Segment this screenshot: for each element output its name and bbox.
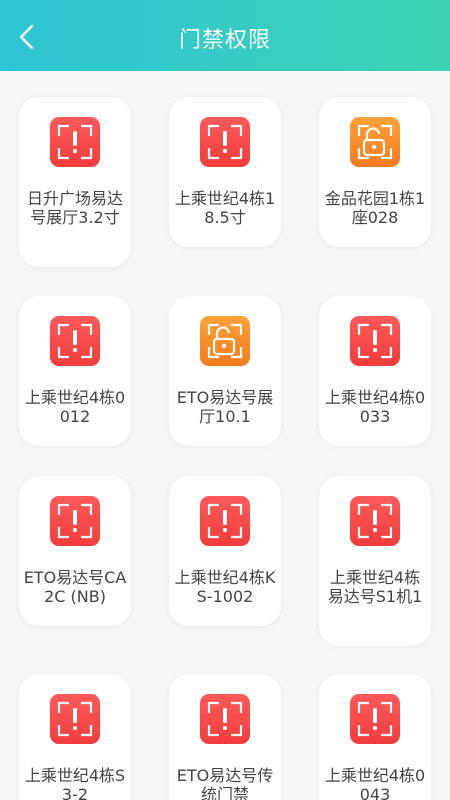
unlock-icon (350, 117, 400, 167)
door-label: ETO易达号展厅10.1 (176, 388, 274, 426)
alert-icon (50, 694, 100, 744)
door-label: 上乘世纪4栋0012 (24, 388, 126, 426)
door-label: 金品花园1栋1座028 (324, 189, 426, 227)
alert-icon (50, 316, 100, 366)
door-card[interactable]: ETO易达号传统门禁 (169, 674, 281, 800)
door-card[interactable]: ETO易达号CA2C (NB) (19, 476, 131, 626)
door-card[interactable]: 上乘世纪4栋18.5寸 (169, 97, 281, 247)
alert-icon (200, 694, 250, 744)
alert-icon (350, 316, 400, 366)
alert-icon (50, 117, 100, 167)
door-card[interactable]: 上乘世纪4栋0033 (319, 296, 431, 446)
door-label: 上乘世纪4栋易达号S1机1 (327, 568, 423, 606)
door-grid: 日升广场易达号展厅3.2寸 上乘世纪4栋18.5寸 金品花园1栋1座028 上乘… (0, 71, 450, 800)
alert-icon (350, 694, 400, 744)
alert-icon (200, 496, 250, 546)
door-card[interactable]: 上乘世纪4栋0012 (19, 296, 131, 446)
alert-icon (200, 117, 250, 167)
door-label: ETO易达号CA2C (NB) (23, 568, 127, 606)
door-label: 上乘世纪4栋0043 (324, 766, 426, 800)
door-label: 上乘世纪4栋0033 (324, 388, 426, 426)
door-label: 上乘世纪4栋S3-2 (24, 766, 126, 800)
door-label: 日升广场易达号展厅3.2寸 (26, 189, 123, 227)
door-card[interactable]: 上乘世纪4栋0043 (319, 674, 431, 800)
alert-icon (350, 496, 400, 546)
page-title: 门禁权限 (178, 28, 271, 53)
door-label: 上乘世纪4栋KS-1002 (174, 568, 276, 606)
door-label: 上乘世纪4栋18.5寸 (174, 189, 276, 227)
unlock-icon (200, 316, 250, 366)
door-label: ETO易达号传统门禁 (176, 766, 274, 800)
door-card[interactable]: 日升广场易达号展厅3.2寸 (19, 97, 131, 267)
door-card[interactable]: 上乘世纪4栋易达号S1机1 (319, 476, 431, 646)
app-header: 门禁权限 (0, 0, 450, 71)
alert-icon (50, 496, 100, 546)
door-card[interactable]: 金品花园1栋1座028 (319, 97, 431, 247)
door-card[interactable]: ETO易达号展厅10.1 (169, 296, 281, 446)
door-card[interactable]: 上乘世纪4栋KS-1002 (169, 476, 281, 626)
door-card[interactable]: 上乘世纪4栋S3-2 (19, 674, 131, 800)
